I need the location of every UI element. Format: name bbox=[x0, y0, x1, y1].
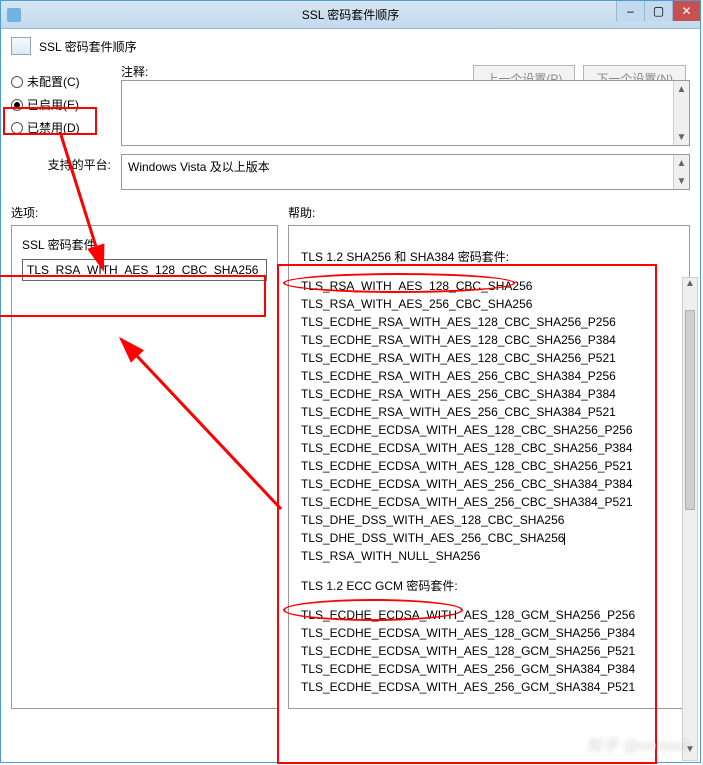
scroll-up-icon: ▲ bbox=[674, 155, 689, 171]
maximize-button[interactable]: ▢ bbox=[644, 1, 672, 21]
cipher-suite-item: TLS_ECDHE_RSA_WITH_AES_256_CBC_SHA384_P3… bbox=[301, 387, 669, 401]
cipher-suite-item: TLS_ECDHE_ECDSA_WITH_AES_128_CBC_SHA256_… bbox=[301, 423, 669, 437]
cipher-suite-item: TLS_ECDHE_RSA_WITH_AES_256_CBC_SHA384_P5… bbox=[301, 405, 669, 419]
scrollbar[interactable]: ▲ ▼ bbox=[682, 277, 698, 761]
radio-label: 已启用(E) bbox=[27, 96, 79, 113]
close-button[interactable]: ✕ bbox=[672, 1, 700, 21]
platform-label: 支持的平台: bbox=[11, 156, 111, 173]
cipher-suite-item: TLS_ECDHE_ECDSA_WITH_AES_128_CBC_SHA256_… bbox=[301, 459, 669, 473]
scroll-down-icon: ▼ bbox=[674, 129, 689, 145]
platform-box: Windows Vista 及以上版本 ▲ ▼ bbox=[121, 154, 690, 190]
cipher-suite-item: TLS_ECDHE_RSA_WITH_AES_128_CBC_SHA256_P5… bbox=[301, 351, 669, 365]
policy-icon bbox=[11, 37, 31, 55]
cipher-suite-item: TLS_ECDHE_RSA_WITH_AES_256_CBC_SHA384_P2… bbox=[301, 369, 669, 383]
cipher-suite-item: TLS_RSA_WITH_AES_128_CBC_SHA256 bbox=[301, 279, 669, 293]
cipher-suite-item: TLS_ECDHE_ECDSA_WITH_AES_128_GCM_SHA256_… bbox=[301, 644, 669, 658]
cipher-suite-item: TLS_DHE_DSS_WITH_AES_128_CBC_SHA256 bbox=[301, 513, 669, 527]
scroll-up-icon: ▲ bbox=[674, 81, 689, 97]
help-heading: TLS 1.2 ECC GCM 密码套件: bbox=[301, 577, 669, 594]
scrollbar[interactable]: ▲ ▼ bbox=[673, 155, 689, 189]
radio-disabled[interactable]: 已禁用(D) bbox=[11, 119, 111, 136]
cipher-suite-item: TLS_ECDHE_ECDSA_WITH_AES_128_GCM_SHA256_… bbox=[301, 626, 669, 640]
cipher-suite-item: TLS_ECDHE_ECDSA_WITH_AES_256_CBC_SHA384_… bbox=[301, 477, 669, 491]
cipher-suite-item: TLS_DHE_DSS_WITH_AES_256_CBC_SHA256 bbox=[301, 531, 669, 545]
app-icon bbox=[7, 8, 21, 22]
suite-label: SSL 密码套件 bbox=[22, 236, 267, 253]
cipher-suite-item: TLS_ECDHE_RSA_WITH_AES_128_CBC_SHA256_P2… bbox=[301, 315, 669, 329]
radio-icon bbox=[11, 99, 23, 111]
options-panel: SSL 密码套件 TLS_RSA_WITH_AES_128_CBC_SHA256 bbox=[11, 225, 278, 709]
help-panel: TLS 1.2 SHA256 和 SHA384 密码套件: TLS_RSA_WIT… bbox=[288, 225, 690, 709]
page-header: SSL 密码套件顺序 bbox=[11, 37, 690, 55]
help-heading: TLS 1.2 SHA256 和 SHA384 密码套件: bbox=[301, 248, 669, 265]
radio-icon bbox=[11, 122, 23, 134]
window-title: SSL 密码套件顺序 bbox=[302, 6, 400, 23]
radio-label: 未配置(C) bbox=[27, 73, 80, 90]
cipher-suite-item: TLS_ECDHE_ECDSA_WITH_AES_128_CBC_SHA256_… bbox=[301, 441, 669, 455]
cipher-suite-item: TLS_ECDHE_ECDSA_WITH_AES_256_GCM_SHA384_… bbox=[301, 680, 669, 694]
options-label: 选项: bbox=[11, 204, 278, 221]
cipher-suite-item: TLS_ECDHE_ECDSA_WITH_AES_128_GCM_SHA256_… bbox=[301, 608, 669, 622]
cipher-suite-item: TLS_RSA_WITH_NULL_SHA256 bbox=[301, 549, 669, 563]
scrollbar[interactable]: ▲ ▼ bbox=[673, 81, 689, 145]
page-title: SSL 密码套件顺序 bbox=[39, 38, 137, 55]
cipher-suite-item: TLS_ECDHE_ECDSA_WITH_AES_256_GCM_SHA384_… bbox=[301, 662, 669, 676]
minimize-button[interactable]: – bbox=[616, 1, 644, 21]
radio-enabled[interactable]: 已启用(E) bbox=[11, 96, 111, 113]
cipher-suite-input[interactable]: TLS_RSA_WITH_AES_128_CBC_SHA256 bbox=[22, 259, 267, 281]
cipher-suite-item: TLS_ECDHE_ECDSA_WITH_AES_256_CBC_SHA384_… bbox=[301, 495, 669, 509]
titlebar: SSL 密码套件顺序 – ▢ ✕ bbox=[1, 1, 700, 29]
platform-text: Windows Vista 及以上版本 bbox=[128, 160, 270, 174]
scroll-up-icon: ▲ bbox=[683, 278, 697, 294]
scroll-down-icon: ▼ bbox=[674, 173, 689, 189]
cipher-suite-item: TLS_RSA_WITH_AES_256_CBC_SHA256 bbox=[301, 297, 669, 311]
radio-label: 已禁用(D) bbox=[27, 119, 80, 136]
radio-not-configured[interactable]: 未配置(C) bbox=[11, 73, 111, 90]
watermark: 知乎 @onme0 bbox=[586, 732, 688, 756]
radio-icon bbox=[11, 76, 23, 88]
cipher-suite-item: TLS_ECDHE_RSA_WITH_AES_128_CBC_SHA256_P3… bbox=[301, 333, 669, 347]
scroll-thumb[interactable] bbox=[685, 310, 695, 510]
comment-textarea[interactable]: ▲ ▼ bbox=[121, 80, 690, 146]
help-label: 帮助: bbox=[288, 204, 690, 221]
